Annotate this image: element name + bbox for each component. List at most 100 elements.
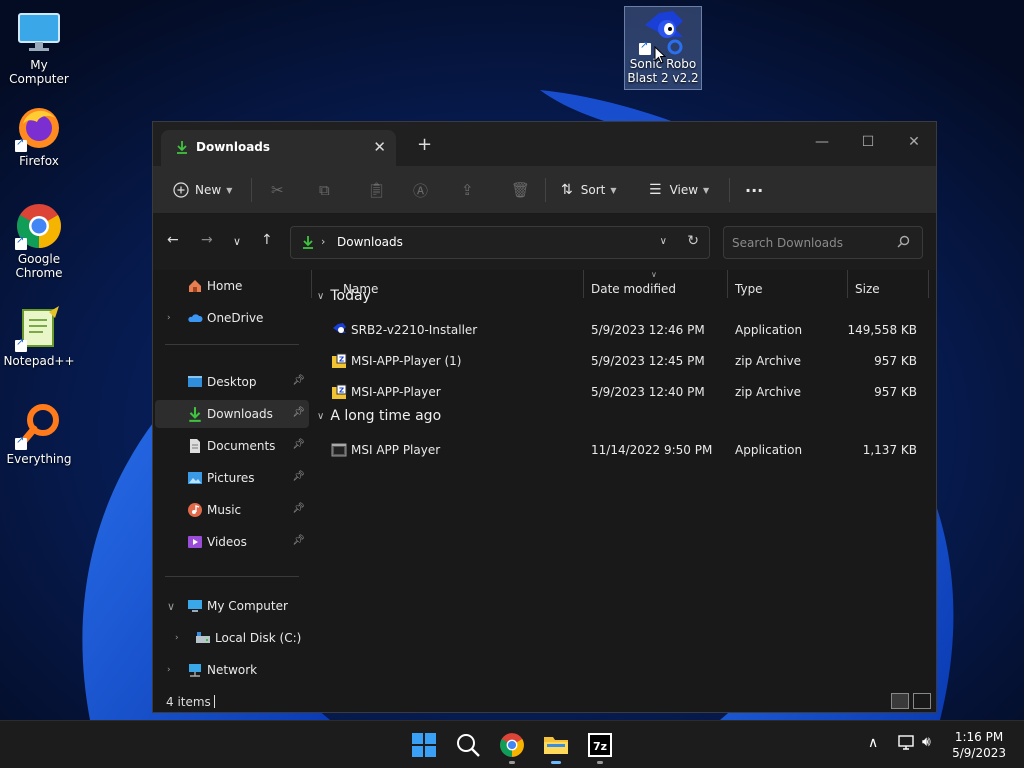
column-divider[interactable]: [847, 270, 848, 298]
column-divider[interactable]: [583, 270, 584, 298]
file-type: zip Archive: [735, 385, 801, 399]
search-box[interactable]: [723, 226, 923, 259]
search-input[interactable]: [732, 233, 892, 253]
running-indicator: [509, 761, 515, 764]
sort-button[interactable]: ⇅ Sort ▼: [561, 178, 617, 202]
pin-icon[interactable]: 📌︎: [292, 535, 305, 546]
rename-icon[interactable]: Ⓐ: [413, 178, 428, 202]
file-date-modified: 5/9/2023 12:46 PM: [591, 323, 705, 337]
desktop-icon-firefox[interactable]: Firefox: [0, 104, 78, 168]
clock-date: 5/9/2023: [952, 746, 1006, 760]
refresh-icon[interactable]: ↻: [687, 233, 699, 249]
column-header-date-modified[interactable]: Date modified: [591, 282, 676, 296]
details-view-icon[interactable]: [891, 693, 909, 709]
desktop-icon-notepadpp[interactable]: Notepad++: [0, 304, 78, 368]
file-explorer-window: Downloads ✕ + — ☐ ✕ New ▼ ✂ ⧉ 📋︎ Ⓐ ⇪ 🗑︎ ⇅…: [152, 121, 937, 713]
collapse-chevron-icon[interactable]: ∨: [317, 411, 324, 422]
sidebar-item-network[interactable]: › Network: [155, 656, 309, 684]
file-row[interactable]: MSI APP Player 11/14/2022 9:50 PM Applicat…: [319, 436, 925, 464]
expand-chevron-icon[interactable]: ›: [167, 313, 171, 323]
collapse-chevron-icon[interactable]: ∨: [167, 600, 175, 613]
cut-icon[interactable]: ✂: [271, 178, 284, 202]
desktop-icon-my-computer[interactable]: My Computer: [0, 8, 78, 86]
sort-indicator-icon: ∨: [651, 270, 657, 279]
group-header[interactable]: ∨ A long time ago: [317, 408, 441, 424]
sidebar-item-pictures[interactable]: Pictures 📌︎: [155, 464, 309, 492]
file-explorer-icon[interactable]: [543, 732, 569, 758]
pin-icon[interactable]: 📌︎: [292, 503, 305, 514]
more-options-button[interactable]: ···: [745, 178, 763, 202]
tab-downloads[interactable]: Downloads ✕: [161, 130, 396, 166]
paste-icon[interactable]: 📋︎: [367, 178, 386, 202]
file-name: MSI APP Player: [351, 443, 441, 457]
navigation-pane: Home › OneDrive Desktop 📌︎ Downloads 📌︎ …: [153, 270, 311, 690]
column-header-type[interactable]: Type: [735, 282, 763, 296]
copy-icon[interactable]: ⧉: [319, 178, 330, 202]
search-icon[interactable]: [455, 732, 481, 758]
forward-arrow-icon[interactable]: →: [201, 232, 213, 248]
file-row[interactable]: Z MSI-APP-Player 5/9/2023 12:40 PM zip Arch…: [319, 378, 925, 406]
desktop-icon-label: Notepad++: [3, 354, 75, 368]
toolbar-divider: [729, 178, 730, 202]
new-tab-button[interactable]: +: [417, 134, 432, 155]
show-hidden-icons-chevron-icon[interactable]: ∧: [868, 735, 878, 751]
sidebar-item-videos[interactable]: Videos 📌︎: [155, 528, 309, 556]
back-arrow-icon[interactable]: ←: [167, 232, 179, 248]
sidebar-item-label: OneDrive: [207, 311, 264, 325]
recent-locations-chevron-icon[interactable]: ∨: [233, 235, 241, 248]
file-row[interactable]: Z MSI-APP-Player (1) 5/9/2023 12:45 PM zip …: [319, 347, 925, 375]
file-size: 149,558 KB: [847, 323, 917, 337]
network-status-icon[interactable]: [898, 735, 916, 754]
tiles-view-icon[interactable]: [913, 693, 931, 709]
system-clock[interactable]: 1:16 PM 5/9/2023: [952, 729, 1006, 761]
chevron-down-icon: ▼: [703, 185, 710, 195]
desktop-icon-everything[interactable]: Everything: [0, 402, 78, 466]
file-row[interactable]: SRB2-v2210-Installer 5/9/2023 12:46 PM App…: [319, 316, 925, 344]
drive-icon: [195, 630, 211, 646]
sidebar-item-desktop[interactable]: Desktop 📌︎: [155, 368, 309, 396]
view-button[interactable]: ☰ View ▼: [649, 178, 709, 202]
breadcrumb-downloads[interactable]: Downloads: [337, 235, 403, 249]
column-divider[interactable]: [727, 270, 728, 298]
pin-icon[interactable]: 📌︎: [292, 471, 305, 482]
sort-icon: ⇅: [561, 182, 573, 198]
file-list: Name ∨ Date modified Type Size ∨ Today SRB…: [311, 270, 936, 690]
up-arrow-icon[interactable]: ↑: [261, 232, 273, 248]
sidebar-item-downloads[interactable]: Downloads 📌︎: [155, 400, 309, 428]
expand-chevron-icon[interactable]: ›: [167, 665, 171, 675]
start-windows-icon[interactable]: [411, 732, 437, 758]
pin-icon[interactable]: 📌︎: [292, 439, 305, 450]
chrome-icon[interactable]: [499, 732, 525, 758]
desktop-icon-chrome[interactable]: Google Chrome: [0, 202, 78, 280]
close-window-button[interactable]: ✕: [891, 128, 936, 156]
column-divider[interactable]: [928, 270, 929, 298]
expand-chevron-icon[interactable]: ›: [175, 633, 179, 643]
file-date-modified: 11/14/2022 9:50 PM: [591, 443, 713, 457]
sidebar-item-onedrive[interactable]: › OneDrive: [155, 304, 309, 332]
sidebar-item-label: Pictures: [207, 471, 255, 485]
collapse-chevron-icon[interactable]: ∨: [317, 291, 324, 302]
sidebar-item-home[interactable]: Home: [155, 272, 309, 300]
pin-icon[interactable]: 📌︎: [292, 407, 305, 418]
address-bar[interactable]: › Downloads ∨ ↻: [290, 226, 710, 259]
sidebar-item-local-disk[interactable]: › Local Disk (C:): [155, 624, 309, 652]
sidebar-item-music[interactable]: Music 📌︎: [155, 496, 309, 524]
sidebar-item-documents[interactable]: Documents 📌︎: [155, 432, 309, 460]
address-dropdown-icon[interactable]: ∨: [660, 236, 667, 247]
sidebar-divider: [165, 576, 299, 577]
maximize-button[interactable]: ☐: [845, 128, 891, 156]
volume-icon[interactable]: 🔊︎: [922, 734, 931, 750]
pin-icon[interactable]: 📌︎: [292, 375, 305, 386]
download-arrow-icon: [301, 235, 315, 252]
new-button[interactable]: New ▼: [173, 178, 232, 202]
shortcut-arrow-icon: [15, 337, 27, 352]
minimize-button[interactable]: —: [799, 128, 845, 156]
sidebar-item-my-computer[interactable]: ∨ My Computer: [155, 592, 309, 620]
close-tab-icon[interactable]: ✕: [373, 138, 386, 156]
share-icon[interactable]: ⇪: [461, 178, 474, 202]
clock-time: 1:16 PM: [954, 730, 1004, 744]
column-header-size[interactable]: Size: [855, 282, 880, 296]
7zip-icon[interactable]: 7z: [587, 732, 613, 758]
delete-icon[interactable]: 🗑︎: [511, 178, 530, 202]
group-header[interactable]: ∨ Today: [317, 288, 371, 304]
